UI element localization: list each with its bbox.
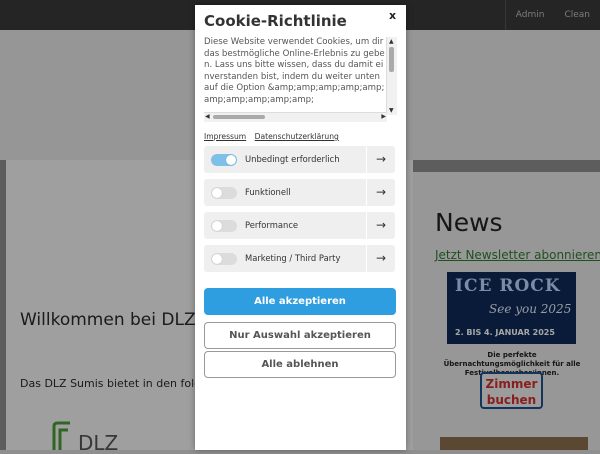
accept-all-button[interactable]: Alle akzeptieren — [204, 288, 396, 315]
category-row-performance[interactable]: Performance → — [204, 212, 395, 239]
scroll-down-icon[interactable]: ▼ — [389, 107, 394, 114]
cookie-dialog: Cookie-Richtlinie x Diese Website verwen… — [195, 5, 406, 450]
toggle-performance[interactable] — [211, 220, 237, 232]
cookie-description: Diese Website verwendet Cookies, um dir … — [204, 37, 387, 105]
category-label: Marketing / Third Party — [245, 253, 341, 263]
category-row-necessary[interactable]: Unbedingt erforderlich → — [204, 146, 395, 173]
arrow-right-icon[interactable]: → — [366, 146, 395, 173]
scroll-up-icon[interactable]: ▲ — [389, 38, 394, 45]
description-scrollbox[interactable]: Diese Website verwendet Cookies, um dir … — [204, 37, 397, 122]
close-button[interactable]: x — [389, 9, 396, 22]
legal-links: Impressum Datenschutzerklärung — [204, 132, 345, 141]
reject-all-button[interactable]: Alle ablehnen — [204, 351, 396, 378]
dialog-title: Cookie-Richtlinie — [204, 12, 347, 30]
category-label: Unbedingt erforderlich — [245, 154, 340, 164]
horizontal-scroll-thumb[interactable] — [213, 115, 265, 119]
imprint-link[interactable]: Impressum — [204, 132, 246, 141]
privacy-link[interactable]: Datenschutzerklärung — [255, 132, 339, 141]
accept-selection-button[interactable]: Nur Auswahl akzeptieren — [204, 322, 396, 349]
scroll-left-icon[interactable]: ◀ — [205, 113, 210, 120]
vertical-scroll-thumb[interactable] — [389, 47, 394, 72]
category-row-functional[interactable]: Funktionell → — [204, 179, 395, 206]
category-label: Funktionell — [245, 187, 291, 197]
horizontal-scrollbar[interactable]: ◀ ▶ — [204, 112, 387, 122]
scroll-right-icon[interactable]: ▶ — [381, 113, 386, 120]
toggle-functional[interactable] — [211, 187, 237, 199]
toggle-marketing[interactable] — [211, 253, 237, 265]
toggle-necessary[interactable] — [211, 154, 237, 166]
category-label: Performance — [245, 220, 299, 230]
arrow-right-icon[interactable]: → — [366, 179, 395, 206]
category-row-marketing[interactable]: Marketing / Third Party → — [204, 245, 395, 272]
arrow-right-icon[interactable]: → — [366, 245, 395, 272]
vertical-scrollbar[interactable]: ▲ ▼ — [386, 37, 397, 115]
arrow-right-icon[interactable]: → — [366, 212, 395, 239]
